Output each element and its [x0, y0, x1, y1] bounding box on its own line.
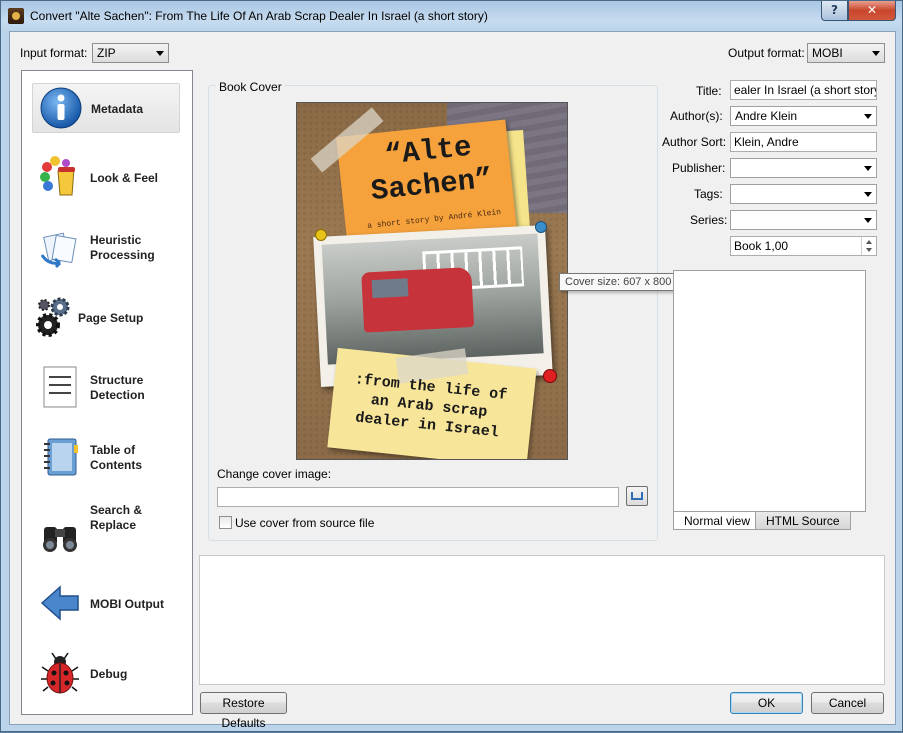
sidebar-item-label: Table of Contents	[90, 443, 142, 472]
sidebar-item-label: Look & Feel	[90, 171, 159, 185]
sidebar-item-debug[interactable]: Debug	[32, 649, 180, 699]
input-format-value: ZIP	[97, 46, 116, 60]
restore-defaults-button[interactable]: Restore Defaults	[200, 692, 287, 730]
cover-pin-blue	[535, 221, 547, 233]
help-text-area	[199, 555, 885, 685]
sidebar-item-label: Heuristic Processing	[90, 233, 155, 262]
sidebar-item-table-of-contents[interactable]: Table of Contents	[32, 433, 180, 483]
convert-dialog: Convert "Alte Sachen": From The Life Of …	[0, 0, 903, 732]
binoculars-icon	[43, 527, 77, 552]
authors-label: Author(s):	[670, 109, 723, 123]
chevron-down-icon	[864, 192, 872, 197]
cover-red-van	[361, 266, 475, 333]
tags-label: Tags:	[694, 187, 723, 201]
arrow-down-icon	[866, 248, 872, 252]
author-sort-input[interactable]: Klein, Andre	[730, 132, 877, 152]
dialog-client-area: Input format: ZIP Output format: MOBI Me…	[9, 31, 896, 730]
notebook-icon	[44, 438, 78, 476]
sidebar-item-label: Debug	[90, 667, 128, 681]
chevron-down-icon	[864, 218, 872, 223]
sidebar-item-label: MOBI Output	[90, 597, 164, 611]
documents-icon	[40, 232, 77, 269]
title-input[interactable]: ealer In Israel (a short story)	[730, 80, 877, 100]
sidebar-item-label: Page Setup	[78, 311, 144, 325]
chevron-down-icon	[156, 51, 164, 56]
cover-pin-red	[543, 369, 557, 383]
document-lines-icon	[43, 366, 77, 408]
cover-image[interactable]: “Alte Sachen” a short story by André Kle…	[296, 102, 568, 460]
series-label: Series:	[690, 213, 728, 227]
input-format-select[interactable]: ZIP	[92, 43, 169, 63]
cover-path-input[interactable]	[217, 487, 619, 507]
cover-photo-scene	[321, 233, 544, 365]
chevron-down-icon	[864, 166, 872, 171]
spinbox-arrows[interactable]	[861, 237, 876, 255]
use-source-cover-checkbox[interactable]	[219, 516, 232, 529]
sidebar-item-search-replace[interactable]: Search & Replace	[32, 503, 180, 563]
ok-button[interactable]: OK	[730, 692, 803, 714]
authors-value: Andre Klein	[735, 109, 798, 123]
arrow-up-icon	[866, 240, 872, 244]
cancel-button[interactable]: Cancel	[811, 692, 884, 714]
change-cover-label: Change cover image:	[217, 467, 332, 481]
book-cover-group-title: Book Cover	[216, 80, 285, 94]
sidebar-item-label: Structure Detection	[90, 373, 145, 402]
sidebar-item-label: Search & Replace	[90, 503, 143, 532]
help-button[interactable]: ?	[821, 1, 848, 21]
sidebar-item-structure-detection[interactable]: Structure Detection	[32, 363, 180, 413]
authors-combo[interactable]: Andre Klein	[730, 106, 877, 126]
series-index-spinbox[interactable]: Book 1,00	[730, 236, 877, 256]
browse-cover-button[interactable]	[626, 486, 648, 506]
sidebar-item-label: Metadata	[91, 102, 144, 116]
use-source-cover-label: Use cover from source file	[235, 516, 375, 530]
sidebar-item-page-setup[interactable]: Page Setup	[32, 293, 180, 343]
sidebar-item-mobi-output[interactable]: MOBI Output	[32, 579, 180, 629]
output-format-label: Output format:	[728, 46, 805, 60]
folder-icon	[631, 492, 643, 500]
sidebar-item-heuristic-processing[interactable]: Heuristic Processing	[32, 223, 180, 273]
sidebar-item-look-feel[interactable]: Look & Feel	[32, 153, 180, 203]
cover-pin-yellow	[315, 229, 327, 241]
input-format-label: Input format:	[20, 46, 88, 60]
sidebar-item-metadata[interactable]: Metadata	[32, 83, 180, 133]
chevron-down-icon	[864, 114, 872, 119]
title-bar[interactable]: Convert "Alte Sachen": From The Life Of …	[1, 1, 903, 31]
ladybug-icon	[41, 652, 79, 694]
settings-sidebar: Metadata Look & Feel Heuristic Processin…	[21, 70, 193, 715]
arrow-left-icon	[40, 585, 79, 621]
series-combo[interactable]	[730, 210, 877, 230]
comments-editor[interactable]	[673, 270, 866, 512]
gears-icon	[36, 297, 70, 337]
paint-icon	[40, 156, 75, 196]
author-sort-label: Author Sort:	[662, 135, 727, 149]
output-format-value: MOBI	[812, 46, 843, 60]
close-button[interactable]: ✕	[848, 1, 896, 21]
tab-html-source[interactable]: HTML Source	[755, 512, 851, 530]
chevron-down-icon	[872, 51, 880, 56]
output-format-select[interactable]: MOBI	[807, 43, 885, 63]
tab-normal-view[interactable]: Normal view	[673, 512, 762, 530]
window-title: Convert "Alte Sachen": From The Life Of …	[30, 9, 488, 23]
publisher-combo[interactable]	[730, 158, 877, 178]
series-index-value: Book 1,00	[734, 239, 789, 253]
calibre-app-icon	[8, 8, 24, 24]
title-label: Title:	[696, 84, 722, 98]
tags-combo[interactable]	[730, 184, 877, 204]
publisher-label: Publisher:	[672, 161, 726, 175]
info-icon	[40, 87, 82, 129]
